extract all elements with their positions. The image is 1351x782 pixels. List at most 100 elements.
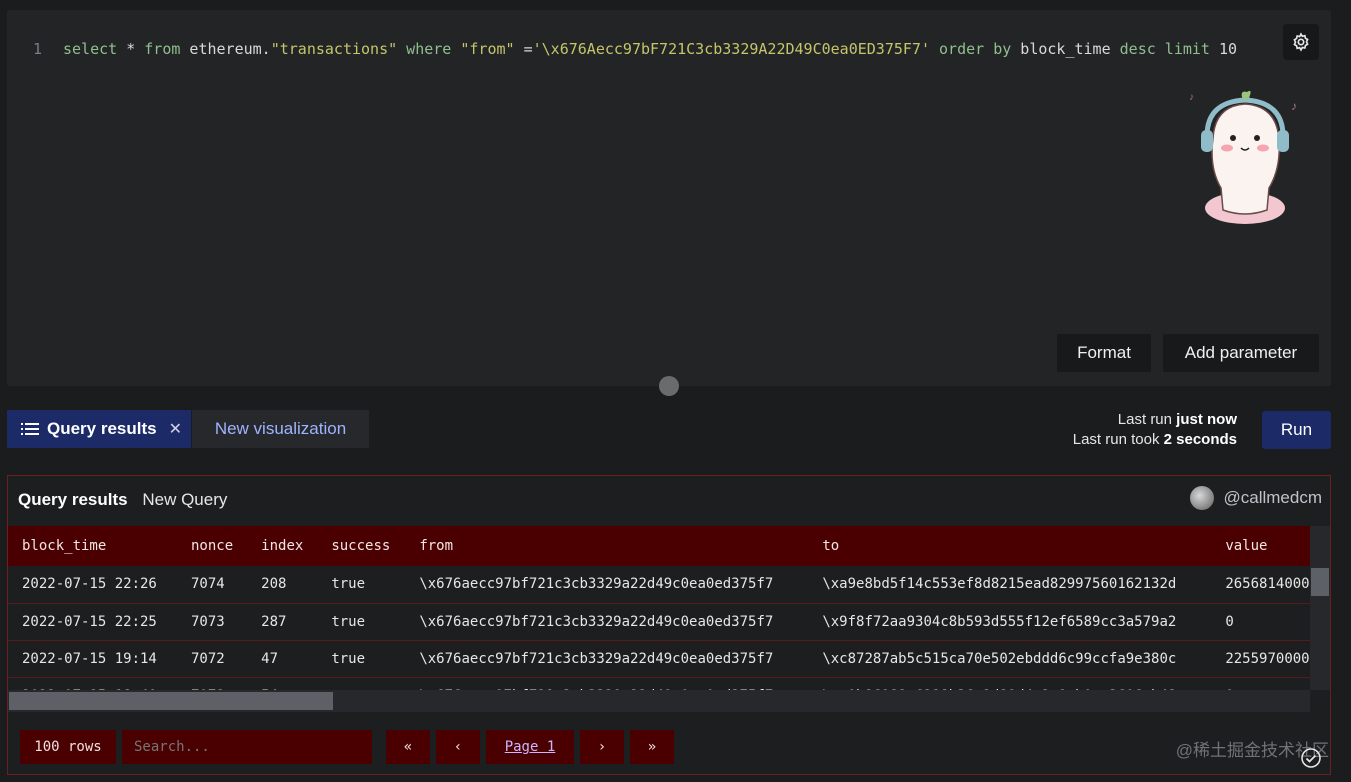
cell: true <box>317 566 406 604</box>
last-run-prefix: Last run <box>1117 411 1177 428</box>
table-row: 2022-07-15 18:40 7071 54 true \x676aecc9… <box>8 677 1310 690</box>
eq: = <box>514 40 533 58</box>
double-chevron-right-icon: » <box>647 739 657 755</box>
line-number: 1 <box>33 40 43 58</box>
page-indicator[interactable]: Page 1 <box>486 730 574 764</box>
format-button[interactable]: Format <box>1057 334 1151 372</box>
cell: 7072 <box>177 640 248 678</box>
kw-desc-limit: desc limit <box>1110 40 1219 58</box>
next-page-button[interactable]: › <box>580 730 624 764</box>
table-row: 2022-07-15 19:14 7072 47 true \x676aecc9… <box>8 640 1310 678</box>
gear-icon <box>1293 32 1309 52</box>
results-panel: Query results New Query @callmedcm block… <box>7 475 1331 775</box>
scroll-thumb[interactable] <box>1311 568 1329 596</box>
results-header: Query results New Query <box>18 490 227 510</box>
cell: 287 <box>247 603 318 641</box>
sql-editor[interactable]: 1 select * from ethereum."transactions" … <box>7 10 1331 386</box>
cell: 2656814000 <box>1211 566 1310 604</box>
rows-count-select[interactable]: 100 rows <box>20 730 116 764</box>
author[interactable]: @callmedcm <box>1189 486 1323 510</box>
avatar <box>1189 486 1214 510</box>
cell: true <box>317 677 406 690</box>
cell: 54 <box>247 677 318 690</box>
cell: 208 <box>247 566 318 604</box>
cell: \xa9e8bd5f14c553ef8d8215ead8299756016213… <box>808 566 1212 604</box>
cell: \x676aecc97bf721c3cb3329a22d49c0ea0ed375… <box>405 603 809 641</box>
scroll-thumb[interactable] <box>9 692 333 710</box>
table-row: 2022-07-15 22:26 7074 208 true \x676aecc… <box>8 566 1310 604</box>
kw-select: select <box>63 40 118 58</box>
table-schema: ethereum. <box>180 40 271 58</box>
double-chevron-left-icon: « <box>403 739 413 755</box>
sql-code[interactable]: select * from ethereum."transactions" wh… <box>63 40 1237 58</box>
svg-text:♪: ♪ <box>1291 99 1297 113</box>
results-table: block_time nonce index success from to v… <box>8 526 1310 690</box>
last-took-prefix: Last run took <box>1072 431 1164 448</box>
cell: 2022-07-15 18:40 <box>8 677 177 690</box>
close-icon[interactable]: ✕ <box>169 419 182 439</box>
results-title: Query results <box>18 490 128 509</box>
pagination-bar: 100 rows « ‹ Page 1 › » <box>20 730 674 764</box>
svg-text:♪: ♪ <box>1189 92 1194 103</box>
cell: \x676aecc97bf721c3cb3329a22d49c0ea0ed375… <box>405 640 809 678</box>
limit-value: 10 <box>1218 40 1238 58</box>
cell: 7073 <box>177 603 248 641</box>
table-name: "transactions" <box>270 40 398 58</box>
col-header[interactable]: from <box>405 526 809 566</box>
table-row: 2022-07-15 22:25 7073 287 true \x676aecc… <box>8 603 1310 641</box>
cell: 2255970000 <box>1211 640 1310 678</box>
cell: 0 <box>1211 677 1310 690</box>
cell: true <box>317 640 406 678</box>
kw-from: from <box>144 40 181 58</box>
col-block-time: block_time <box>1020 40 1111 58</box>
cell: 7071 <box>177 677 248 690</box>
check-circle-icon <box>1301 748 1321 768</box>
cell: 2022-07-15 22:25 <box>8 603 177 641</box>
cell: 0 <box>1211 603 1310 641</box>
col-header[interactable]: index <box>247 526 318 566</box>
cell: \x9f8f72aa9304c8b593d555f12ef6589cc3a579… <box>808 603 1212 641</box>
editor-resize-handle[interactable] <box>659 376 679 396</box>
cell: \x676aecc97bf721c3cb3329a22d49c0ea0ed375… <box>405 566 809 604</box>
settings-button[interactable] <box>1283 24 1319 60</box>
col-header[interactable]: to <box>808 526 1212 566</box>
col-from: "from" <box>460 40 515 58</box>
kw-where: where <box>397 40 461 58</box>
cell: true <box>317 603 406 641</box>
last-run-info: Last run just now Last run took 2 second… <box>1073 410 1237 450</box>
first-page-button[interactable]: « <box>386 730 430 764</box>
table-header-row: block_time nonce index success from to v… <box>8 526 1310 566</box>
tab-query-results-label: Query results <box>47 419 157 438</box>
list-icon <box>21 423 39 435</box>
cell: \xc87287ab5c515ca70e502ebddd6c99ccfa9e38… <box>808 640 1212 678</box>
tab-query-results[interactable]: Query results ✕ <box>7 410 191 448</box>
last-run-value: just now <box>1176 411 1237 428</box>
col-header[interactable]: value <box>1211 526 1310 566</box>
cell: 2022-07-15 22:26 <box>8 566 177 604</box>
col-header[interactable]: block_time <box>8 526 177 566</box>
horizontal-scrollbar[interactable] <box>8 690 1310 712</box>
results-table-wrap: block_time nonce index success from to v… <box>8 526 1310 690</box>
query-name: New Query <box>142 490 228 509</box>
cell: 47 <box>247 640 318 678</box>
col-header[interactable]: success <box>317 526 406 566</box>
col-header[interactable]: nonce <box>177 526 248 566</box>
search-input[interactable] <box>122 730 372 764</box>
cell: 2022-07-15 19:14 <box>8 640 177 678</box>
cell: \x676aecc97bf721c3cb3329a22d49c0ea0ed375… <box>405 677 809 690</box>
kw-order-by: order by <box>929 40 1021 58</box>
chevron-left-icon: ‹ <box>453 739 463 755</box>
author-name: @callmedcm <box>1223 488 1323 507</box>
tab-new-visualization[interactable]: New visualization <box>192 410 369 448</box>
run-button[interactable]: Run <box>1262 411 1331 449</box>
cell: \xe0b86981c6218b36c1d19d4a2e9eb0ce3606eb… <box>808 677 1212 690</box>
add-parameter-button[interactable]: Add parameter <box>1163 334 1319 372</box>
chevron-right-icon: › <box>597 739 607 755</box>
vertical-scrollbar[interactable] <box>1310 526 1330 690</box>
cell: 7074 <box>177 566 248 604</box>
prev-page-button[interactable]: ‹ <box>436 730 480 764</box>
last-page-button[interactable]: » <box>630 730 674 764</box>
last-took-value: 2 seconds <box>1163 431 1237 448</box>
star: * <box>117 40 145 58</box>
address-literal: '\x676Aecc97bF721C3cb3329A22D49C0ea0ED37… <box>532 40 930 58</box>
